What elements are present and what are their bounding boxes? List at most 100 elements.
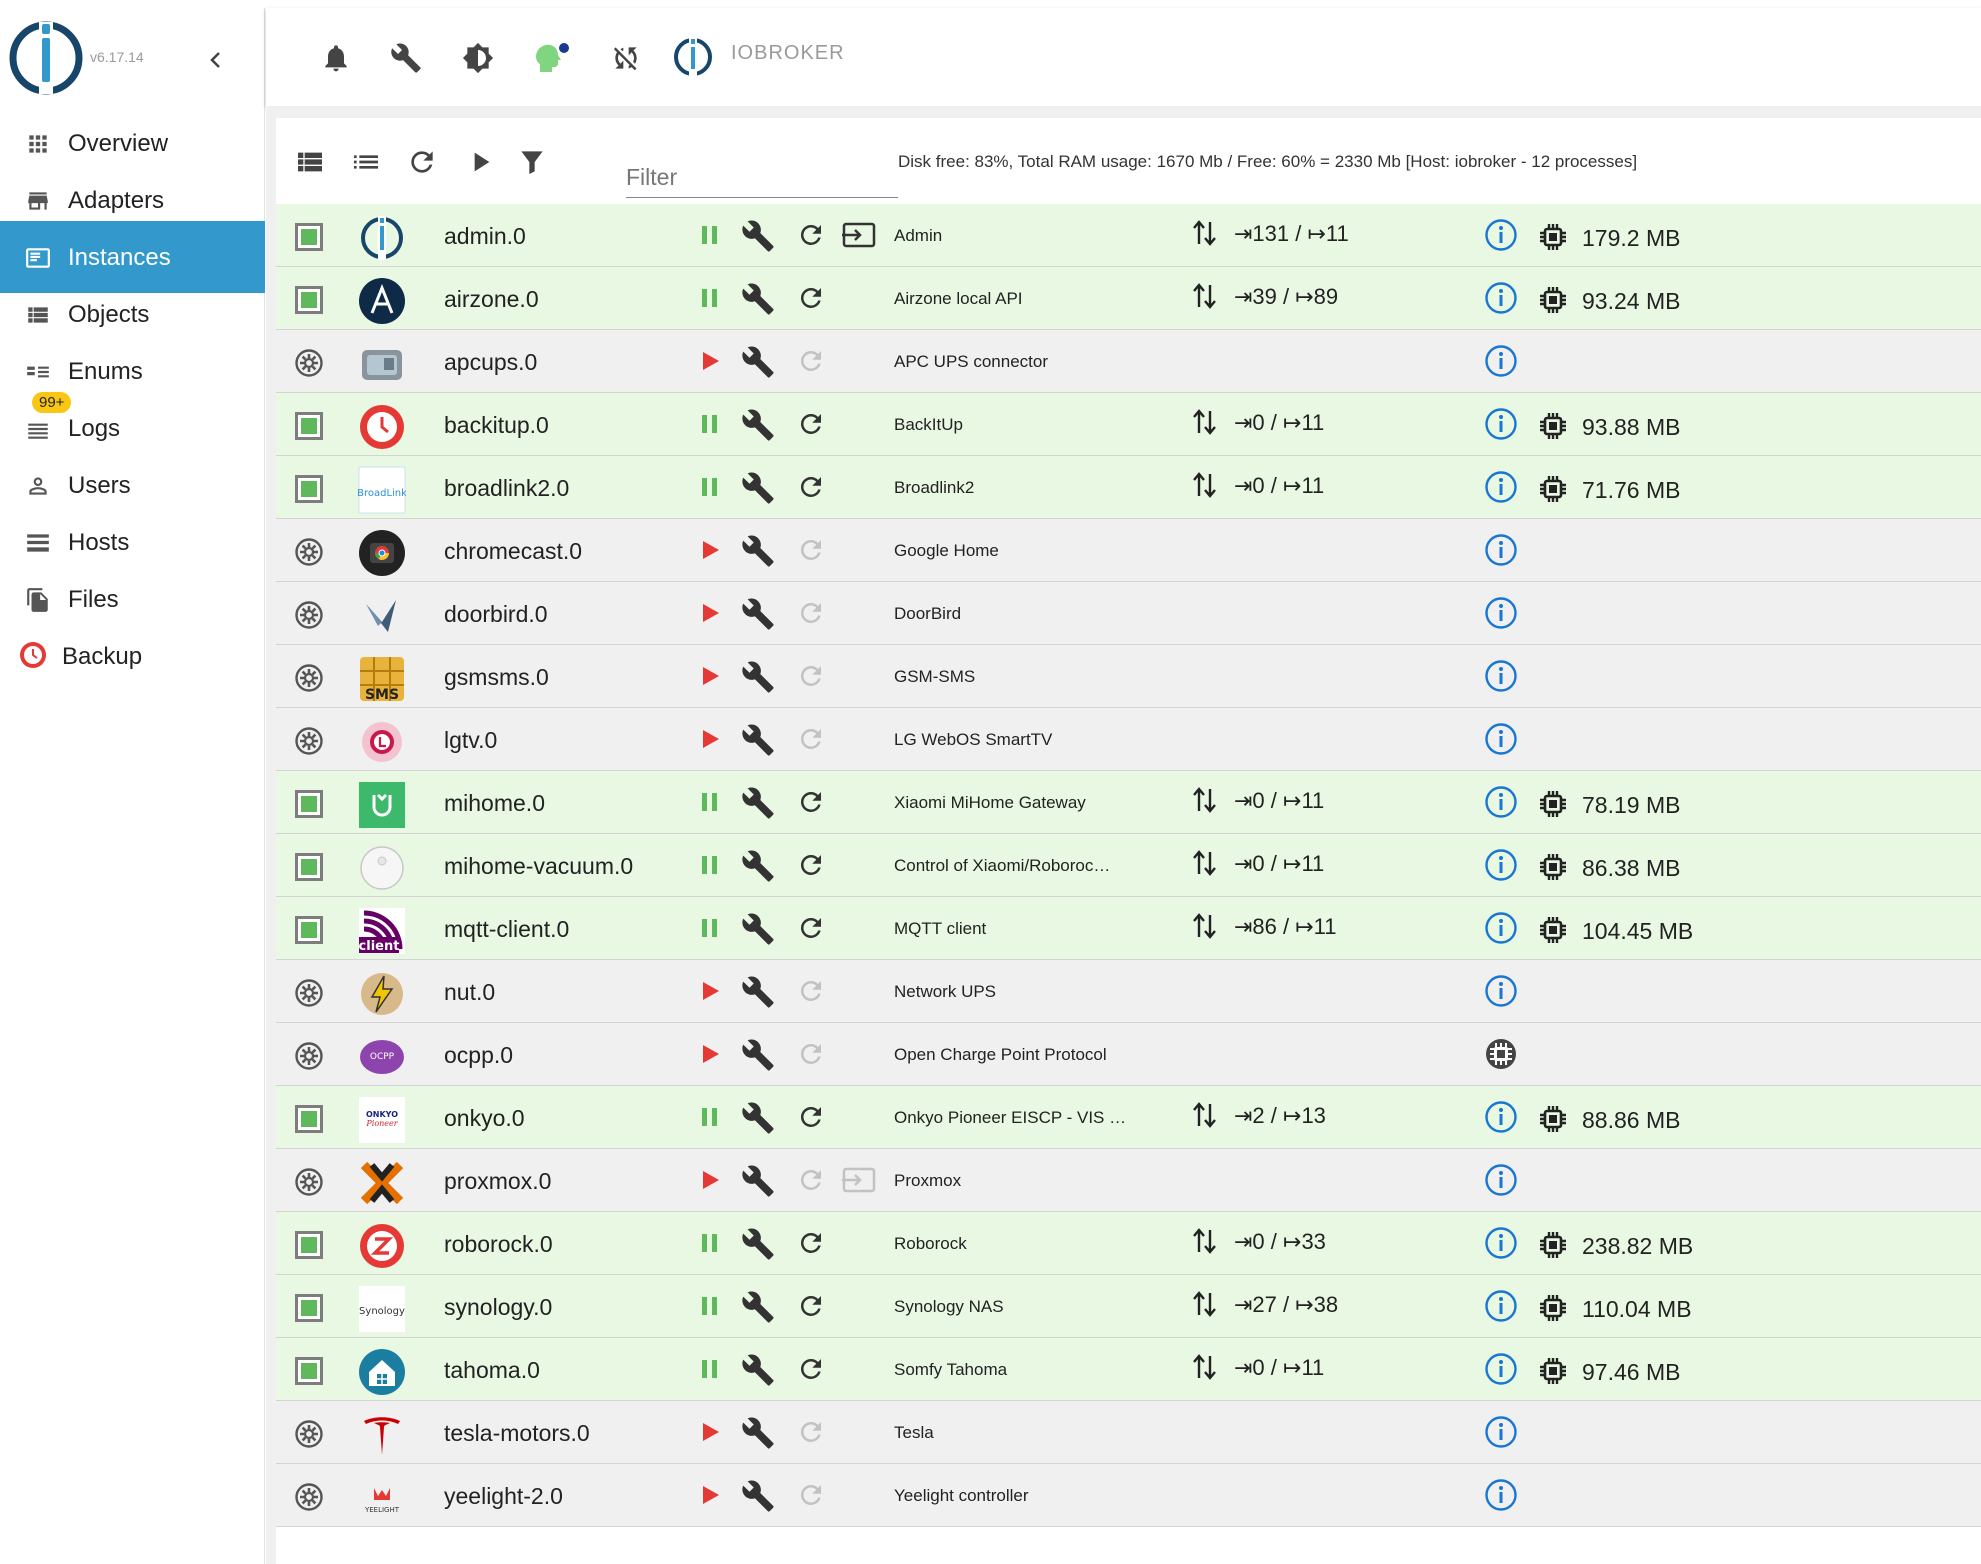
configure-wrench-icon[interactable]	[741, 849, 775, 883]
instance-enabled-indicator[interactable]	[295, 1357, 323, 1385]
restart-icon[interactable]	[796, 1228, 826, 1258]
restart-icon[interactable]	[796, 1102, 826, 1132]
configure-wrench-icon[interactable]	[741, 723, 775, 757]
restart-icon[interactable]	[796, 472, 826, 502]
restart-icon[interactable]	[796, 787, 826, 817]
info-icon[interactable]	[1484, 911, 1518, 945]
configure-wrench-icon[interactable]	[741, 597, 775, 631]
play-icon[interactable]	[698, 1420, 722, 1444]
instance-enabled-indicator[interactable]	[295, 1105, 323, 1133]
instance-settings-gear-icon[interactable]	[295, 979, 323, 1007]
instance-settings-gear-icon[interactable]	[295, 727, 323, 755]
instance-enabled-indicator[interactable]	[295, 286, 323, 314]
configure-wrench-icon[interactable]	[741, 1290, 775, 1324]
instance-settings-gear-icon[interactable]	[295, 1168, 323, 1196]
info-icon[interactable]	[1484, 1478, 1518, 1512]
instance-enabled-indicator[interactable]	[295, 223, 323, 251]
pause-icon[interactable]	[698, 286, 722, 310]
configure-wrench-icon[interactable]	[741, 534, 775, 568]
info-icon[interactable]	[1484, 974, 1518, 1008]
pause-icon[interactable]	[698, 853, 722, 877]
info-icon[interactable]	[1484, 659, 1518, 693]
pause-icon[interactable]	[698, 1231, 722, 1255]
restart-icon[interactable]	[796, 283, 826, 313]
info-icon[interactable]	[1484, 533, 1518, 567]
configure-wrench-icon[interactable]	[741, 282, 775, 316]
info-icon[interactable]	[1484, 848, 1518, 882]
refresh-icon[interactable]	[406, 146, 438, 178]
view-list-icon[interactable]	[294, 146, 326, 178]
configure-wrench-icon[interactable]	[741, 660, 775, 694]
instance-settings-gear-icon[interactable]	[295, 601, 323, 629]
instance-settings-gear-icon[interactable]	[295, 538, 323, 566]
view-compact-list-icon[interactable]	[350, 146, 382, 178]
configure-wrench-icon[interactable]	[741, 912, 775, 946]
pause-icon[interactable]	[698, 1105, 722, 1129]
play-icon[interactable]	[698, 979, 722, 1003]
play-icon[interactable]	[698, 349, 722, 373]
pause-icon[interactable]	[698, 790, 722, 814]
wrench-icon[interactable]	[390, 42, 422, 74]
info-icon[interactable]	[1484, 1100, 1518, 1134]
info-icon[interactable]	[1484, 1415, 1518, 1449]
configure-wrench-icon[interactable]	[741, 1227, 775, 1261]
play-icon[interactable]	[698, 1483, 722, 1507]
instance-enabled-indicator[interactable]	[295, 1231, 323, 1259]
restart-icon[interactable]	[796, 220, 826, 250]
info-icon[interactable]	[1484, 1163, 1518, 1197]
configure-wrench-icon[interactable]	[741, 345, 775, 379]
info-icon[interactable]	[1484, 785, 1518, 819]
pause-icon[interactable]	[698, 475, 722, 499]
theme-brightness-icon[interactable]	[462, 42, 494, 74]
configure-wrench-icon[interactable]	[741, 1353, 775, 1387]
filter-input[interactable]	[626, 158, 898, 198]
configure-wrench-icon[interactable]	[741, 1038, 775, 1072]
configure-wrench-icon[interactable]	[741, 219, 775, 253]
bell-icon[interactable]	[320, 42, 352, 74]
instance-settings-gear-icon[interactable]	[295, 349, 323, 377]
instance-settings-gear-icon[interactable]	[295, 1042, 323, 1070]
info-icon[interactable]	[1484, 1352, 1518, 1386]
pause-icon[interactable]	[698, 1357, 722, 1381]
instance-enabled-indicator[interactable]	[295, 916, 323, 944]
open-web-link-icon[interactable]	[842, 222, 876, 248]
info-icon[interactable]	[1484, 1289, 1518, 1323]
instance-settings-gear-icon[interactable]	[295, 664, 323, 692]
info-icon[interactable]	[1484, 344, 1518, 378]
configure-wrench-icon[interactable]	[741, 1416, 775, 1450]
configure-wrench-icon[interactable]	[741, 408, 775, 442]
restart-icon[interactable]	[796, 850, 826, 880]
info-icon[interactable]	[1484, 722, 1518, 756]
info-icon[interactable]	[1484, 407, 1518, 441]
restart-icon[interactable]	[796, 913, 826, 943]
instance-settings-gear-icon[interactable]	[295, 1420, 323, 1448]
instance-settings-gear-icon[interactable]	[295, 1483, 323, 1511]
configure-wrench-icon[interactable]	[741, 975, 775, 1009]
configure-wrench-icon[interactable]	[741, 786, 775, 820]
play-icon[interactable]	[698, 1042, 722, 1066]
pause-icon[interactable]	[698, 412, 722, 436]
info-icon[interactable]	[1484, 596, 1518, 630]
filter-icon[interactable]	[516, 146, 548, 178]
instance-enabled-indicator[interactable]	[295, 853, 323, 881]
instance-enabled-indicator[interactable]	[295, 790, 323, 818]
restart-icon[interactable]	[796, 1291, 826, 1321]
info-icon[interactable]	[1484, 1226, 1518, 1260]
sync-disabled-icon[interactable]	[610, 42, 642, 74]
info-icon[interactable]	[1484, 470, 1518, 504]
iobroker-logo[interactable]	[8, 20, 84, 96]
instance-enabled-indicator[interactable]	[295, 475, 323, 503]
restart-icon[interactable]	[796, 1354, 826, 1384]
instance-enabled-indicator[interactable]	[295, 412, 323, 440]
restart-icon[interactable]	[796, 409, 826, 439]
configure-wrench-icon[interactable]	[741, 1101, 775, 1135]
info-icon[interactable]	[1484, 218, 1518, 252]
configure-wrench-icon[interactable]	[741, 471, 775, 505]
chip-status-icon[interactable]	[1484, 1037, 1518, 1071]
play-all-icon[interactable]	[464, 146, 496, 178]
pause-icon[interactable]	[698, 223, 722, 247]
pause-icon[interactable]	[698, 1294, 722, 1318]
sidebar-item-backup[interactable]: Backup	[0, 620, 265, 692]
play-icon[interactable]	[698, 601, 722, 625]
collapse-sidebar-icon[interactable]	[204, 48, 228, 72]
